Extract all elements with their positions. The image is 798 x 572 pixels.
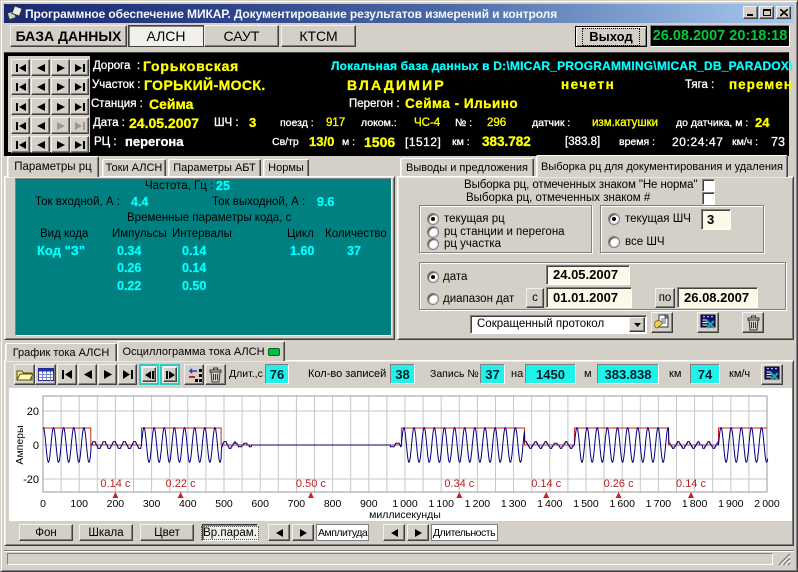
- svg-text:0.14 с: 0.14 с: [676, 478, 706, 490]
- svg-text:1 200: 1 200: [465, 498, 491, 510]
- svg-text:400: 400: [179, 498, 197, 510]
- svg-text:700: 700: [288, 498, 306, 510]
- svg-text:0.50 с: 0.50 с: [296, 478, 326, 490]
- svg-text:300: 300: [143, 498, 161, 510]
- svg-text:0: 0: [40, 498, 46, 510]
- svg-text:100: 100: [70, 498, 88, 510]
- svg-text:1 400: 1 400: [537, 498, 563, 510]
- svg-text:0.14 с: 0.14 с: [100, 478, 130, 490]
- svg-text:1 600: 1 600: [609, 498, 635, 510]
- svg-text:1 300: 1 300: [501, 498, 527, 510]
- svg-text:0.26 с: 0.26 с: [604, 478, 634, 490]
- svg-text:2 000: 2 000: [754, 498, 780, 510]
- svg-text:1 900: 1 900: [718, 498, 744, 510]
- svg-text:500: 500: [215, 498, 233, 510]
- svg-text:Амперы: Амперы: [14, 425, 26, 464]
- svg-text:1 800: 1 800: [682, 498, 708, 510]
- svg-text:-20: -20: [23, 474, 39, 486]
- svg-text:1 500: 1 500: [573, 498, 599, 510]
- svg-text:800: 800: [324, 498, 342, 510]
- svg-text:600: 600: [251, 498, 269, 510]
- svg-text:1 700: 1 700: [646, 498, 672, 510]
- svg-text:20: 20: [27, 406, 39, 418]
- svg-text:200: 200: [107, 498, 125, 510]
- svg-text:0: 0: [33, 440, 39, 452]
- svg-text:0.14 с: 0.14 с: [531, 478, 561, 490]
- svg-text:миллисекунды: миллисекунды: [369, 509, 441, 521]
- svg-text:0.22 с: 0.22 с: [166, 478, 196, 490]
- svg-text:0.34 с: 0.34 с: [444, 478, 474, 490]
